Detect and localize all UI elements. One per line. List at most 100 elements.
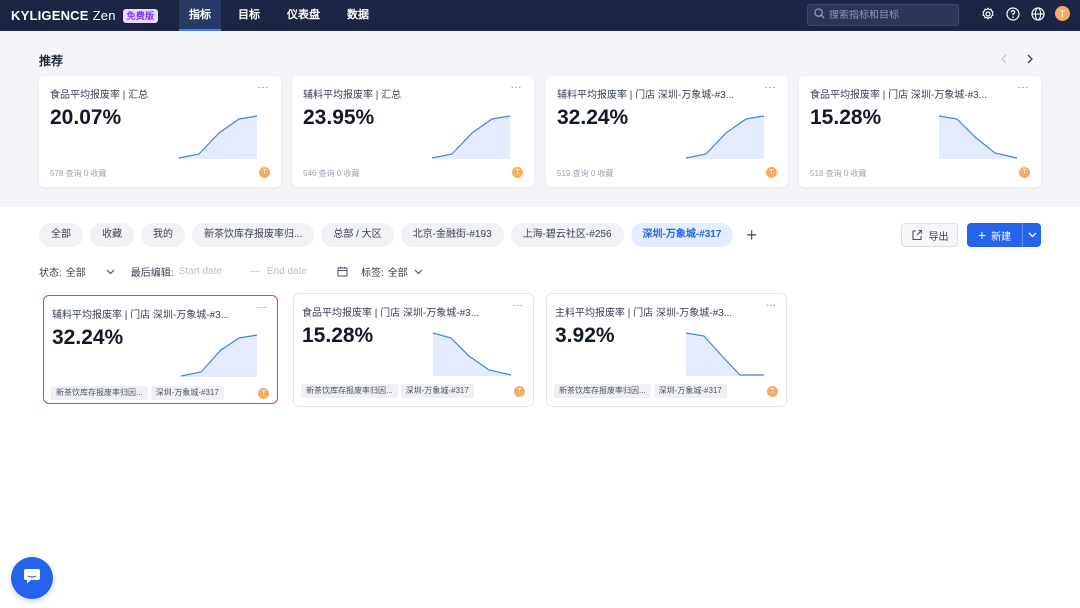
owner-avatar: T [767,386,778,397]
more-icon[interactable]: ··· [1018,82,1030,93]
card-title: 食品平均报废率 | 门店 深圳-万象城-#3... [810,90,988,101]
owner-avatar: T [258,388,269,399]
sparkline-up [431,115,511,159]
nav-data[interactable]: 数据 [337,0,379,31]
card-title: 辅料平均报废率 | 汇总 [303,90,402,101]
card-stats: 578 查询 0 收藏 [50,169,107,178]
card-stats: 546 查询 0 收藏 [303,169,360,178]
filters-row: 状态: 全部 最后编辑: Start date — End date 标签: 全… [39,264,423,279]
search-icon [814,6,825,24]
card-tags: 新茶饮库存报废率归因... 深圳-万象城-#317 [51,386,227,400]
more-icon[interactable]: ··· [513,300,523,311]
metric-card[interactable]: 食品平均报废率 | 门店 深圳-万象城-#3... ··· 15.28% 新茶饮… [293,293,534,407]
last-edit-label: 最后编辑: [130,268,174,279]
card-value: 23.95% [303,106,375,129]
search-input[interactable] [829,9,949,21]
card-title: 辅料平均报废率 | 门店 深圳-万象城-#3... [52,310,230,321]
sparkline-up [685,115,765,159]
chat-bubble-icon [22,566,42,591]
tab-hq-region[interactable]: 总部 / 大区 [321,223,394,247]
end-date-input[interactable]: End date [267,266,307,277]
plus-icon: + [977,227,987,243]
metric-card[interactable]: 辅料平均报废率 | 门店 深圳-万象城-#3... ··· 32.24% 新茶饮… [43,295,278,404]
globe-icon[interactable] [1031,6,1045,21]
tag-value: 全部 [387,268,408,279]
more-icon[interactable]: ··· [257,302,267,313]
card-value: 15.28% [302,324,374,347]
export-label: 导出 [928,231,949,243]
status-value: 全部 [65,268,86,279]
tab-favorites[interactable]: 收藏 [90,223,134,247]
new-button[interactable]: + 新建 [967,223,1041,247]
more-icon[interactable]: ··· [765,82,777,93]
more-icon[interactable]: ··· [511,82,523,93]
tab-shanghai-store[interactable]: 上海-碧云社区-#256 [510,223,624,247]
card-value: 32.24% [557,106,629,129]
sparkline-down [685,332,764,376]
card-stats: 518 查询 0 收藏 [810,169,867,178]
sparkline-up [180,334,258,377]
search-box[interactable] [807,4,959,26]
chevron-down-icon[interactable] [1023,232,1041,238]
recommend-card[interactable]: 辅料平均报废率 | 汇总 ··· 23.95% 546 查询 0 收藏 T [292,76,534,187]
card-value: 32.24% [52,326,124,349]
tab-scrap-rate-attribution[interactable]: 新茶饮库存报废率归... [192,223,315,247]
question-icon[interactable] [1006,6,1020,21]
card-tags: 新茶饮库存报废率归因... 深圳-万象城-#317 [301,384,477,398]
gear-icon[interactable] [981,6,995,21]
plan-badge: 免费版 [122,8,159,23]
new-main-button[interactable]: + 新建 [967,223,1023,247]
card-title: 食品平均报废率 | 汇总 [50,90,149,101]
tag-chip[interactable]: 深圳-万象城-#317 [150,386,224,400]
start-date-input[interactable]: Start date [179,266,222,277]
chevron-right-icon[interactable] [1022,51,1038,67]
recommend-card[interactable]: 食品平均报废率 | 汇总 ··· 20.07% 578 查询 0 收藏 T [39,76,281,187]
more-icon[interactable]: ··· [258,82,270,93]
tab-all[interactable]: 全部 [39,223,83,247]
chevron-down-icon [414,269,423,275]
recommend-pager [986,51,1038,67]
tab-shenzhen-store[interactable]: 深圳-万象城-#317 [630,223,734,247]
card-value: 15.28% [810,106,882,129]
tab-mine[interactable]: 我的 [141,223,185,247]
owner-avatar: T [512,167,523,178]
top-nav-bar: KYLIGENCE Zen 免费版 指标 目标 仪表盘 数据 T [0,0,1080,31]
nav-dashboards[interactable]: 仪表盘 [277,0,330,31]
nav-goals[interactable]: 目标 [228,0,270,31]
card-value: 20.07% [50,106,122,129]
nav-metrics[interactable]: 指标 [179,0,221,31]
brand-suffix: Zen [92,8,116,23]
recommend-card[interactable]: 辅料平均报废率 | 门店 深圳-万象城-#3... ··· 32.24% 519… [546,76,788,187]
card-title: 食品平均报废率 | 门店 深圳-万象城-#3... [302,308,480,319]
status-filter[interactable]: 状态: 全部 [39,264,115,279]
filter-tabs: 全部 收藏 我的 新茶饮库存报废率归... 总部 / 大区 北京-金融街-#19… [39,223,757,247]
more-icon[interactable]: ··· [766,300,776,311]
tag-chip[interactable]: 深圳-万象城-#317 [653,384,727,398]
export-button[interactable]: 导出 [901,223,958,247]
calendar-icon[interactable] [337,266,348,277]
card-value: 3.92% [555,324,615,347]
status-label: 状态: [39,268,62,279]
logo[interactable]: KYLIGENCE Zen 免费版 [11,8,159,23]
tag-filter[interactable]: 标签: 全部 [361,264,423,279]
recommend-card[interactable]: 食品平均报废率 | 门店 深圳-万象城-#3... ··· 15.28% 518… [799,76,1041,187]
chat-launcher-button[interactable] [11,557,53,599]
tab-beijing-store[interactable]: 北京-金融街-#193 [400,223,504,247]
tag-label: 标签: [360,268,384,279]
metric-card[interactable]: 主料平均报废率 | 门店 深圳-万象城-#3... ··· 3.92% 新茶饮库… [546,293,787,407]
card-stats: 519 查询 0 收藏 [557,169,614,178]
owner-avatar: T [514,386,525,397]
main-nav: 指标 目标 仪表盘 数据 [179,0,386,31]
card-title: 辅料平均报废率 | 门店 深圳-万象城-#3... [557,90,735,101]
tag-chip[interactable]: 新茶饮库存报废率归因... [51,386,148,400]
recommend-title: 推荐 [39,54,64,68]
user-avatar[interactable]: T [1055,6,1070,21]
tag-chip[interactable]: 新茶饮库存报废率归因... [554,384,651,398]
new-label: 新建 [991,231,1012,243]
tag-chip[interactable]: 新茶饮库存报废率归因... [301,384,398,398]
chevron-left-icon[interactable] [996,51,1012,67]
add-tab-button[interactable]: + [746,223,757,247]
card-tags: 新茶饮库存报废率归因... 深圳-万象城-#317 [554,384,730,398]
top-icons: T [970,6,1070,21]
tag-chip[interactable]: 深圳-万象城-#317 [400,384,474,398]
